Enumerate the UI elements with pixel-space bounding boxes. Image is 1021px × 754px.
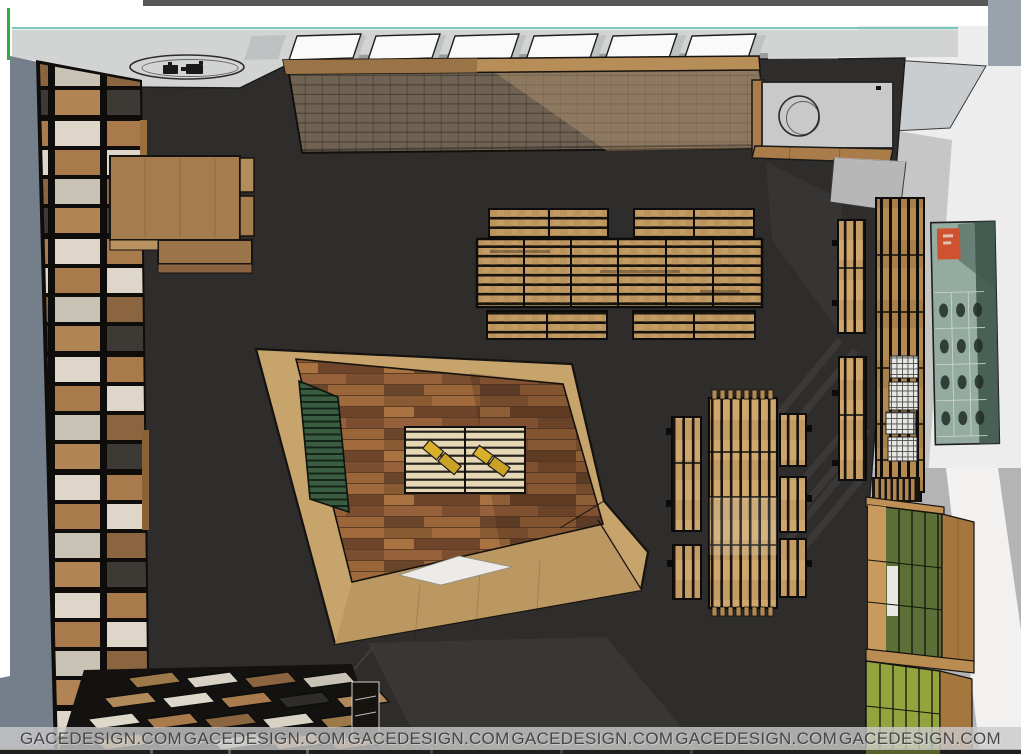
bench xyxy=(672,417,701,531)
wall-poster xyxy=(931,221,1000,444)
watermark-text: GACEDESIGN.COM xyxy=(839,729,1001,749)
teal-trim-line xyxy=(12,27,958,29)
mesh-basket xyxy=(888,437,917,461)
watermark-text: GACEDESIGN.COM xyxy=(348,729,510,749)
watermark-band: GACEDESIGN.COM GACEDESIGN.COM GACEDESIGN… xyxy=(0,727,1021,750)
bench xyxy=(673,545,701,599)
bench xyxy=(839,357,866,480)
bench xyxy=(780,477,806,532)
watermark-text: GACEDESIGN.COM xyxy=(675,729,837,749)
wall-shelf-unit xyxy=(876,198,924,502)
bench xyxy=(780,414,806,466)
slatted-screen xyxy=(283,56,772,153)
mesh-basket xyxy=(890,356,918,378)
bench xyxy=(838,220,865,333)
green-locker-cabinet xyxy=(866,477,974,754)
reading-table-east xyxy=(666,390,812,616)
top-frame-bar xyxy=(143,0,988,6)
green-edge-line xyxy=(7,8,10,60)
mesh-basket xyxy=(886,412,915,434)
bench xyxy=(780,539,806,597)
platform-day-bed xyxy=(405,427,525,493)
watermark-text: GACEDESIGN.COM xyxy=(20,729,182,749)
white-locker-door xyxy=(887,566,898,616)
render-canvas xyxy=(0,0,1021,754)
mesh-basket xyxy=(889,382,918,410)
watermark-text: GACEDESIGN.COM xyxy=(511,729,673,749)
interior-render: GACEDESIGN.COM GACEDESIGN.COM GACEDESIGN… xyxy=(0,0,1021,754)
watermark-text: GACEDESIGN.COM xyxy=(184,729,346,749)
